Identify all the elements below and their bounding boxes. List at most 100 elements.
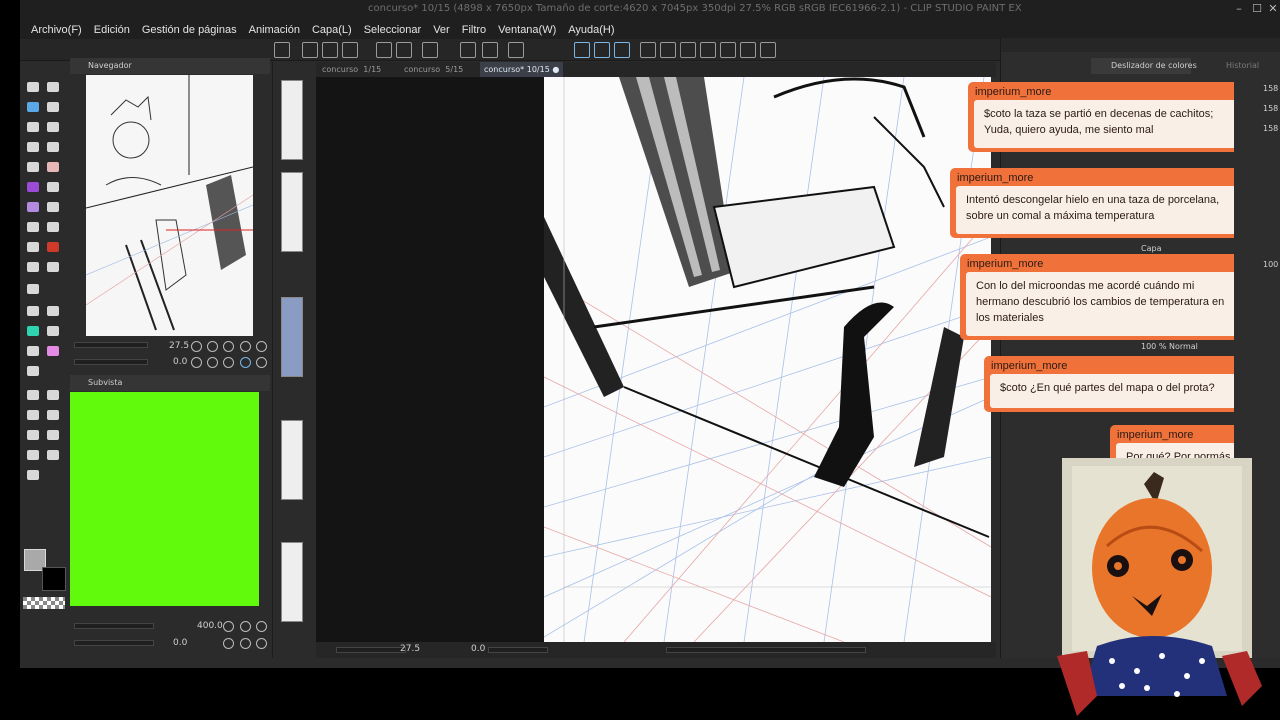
menu-archivo[interactable]: Archivo(F)	[25, 24, 88, 36]
navigator-zoom-slider[interactable]	[74, 342, 148, 348]
canvas-zoom-slider[interactable]	[336, 647, 406, 653]
menu-seleccionar[interactable]: Seleccionar	[358, 24, 427, 36]
texture-brush-icon[interactable]	[24, 239, 42, 255]
close-icon[interactable]: ✕	[1266, 2, 1280, 16]
plus-tool-icon[interactable]	[44, 139, 62, 155]
share-icon[interactable]	[760, 42, 776, 58]
subview-canvas[interactable]	[70, 392, 259, 606]
menu-animacion[interactable]: Animación	[243, 24, 306, 36]
tab-color-slider[interactable]: Deslizador de colores	[1091, 58, 1197, 74]
rotate-right-icon[interactable]	[207, 357, 218, 368]
page-thumbnail[interactable]	[281, 542, 303, 622]
hand-pan-icon[interactable]	[24, 447, 42, 463]
new-file-icon[interactable]	[274, 42, 290, 58]
pen-tool-icon[interactable]	[24, 79, 42, 95]
subview-mirror-icon[interactable]	[256, 638, 267, 649]
redo-icon[interactable]	[396, 42, 412, 58]
menu-ayuda[interactable]: Ayuda(H)	[562, 24, 620, 36]
export-icon[interactable]	[342, 42, 358, 58]
canvas-scrollbar[interactable]	[666, 647, 866, 653]
canvas-rotate-slider[interactable]	[488, 647, 548, 653]
tab-history[interactable]: Historial	[1226, 61, 1259, 70]
subview-rotate-slider[interactable]	[74, 640, 154, 646]
lasso-tool-icon[interactable]	[24, 303, 42, 319]
sketch-tool-icon[interactable]	[24, 139, 42, 155]
page-thumbnail[interactable]	[281, 297, 303, 377]
speech-bubble-icon[interactable]	[24, 363, 42, 379]
drop-tool-icon[interactable]	[44, 259, 62, 275]
open-file-icon[interactable]	[302, 42, 318, 58]
sub-color-swatch[interactable]	[42, 567, 66, 591]
eyedropper-tool-icon[interactable]	[24, 99, 42, 115]
grass-brush-icon[interactable]	[44, 179, 62, 195]
airbrush-tool-icon[interactable]	[24, 179, 42, 195]
drawing-canvas[interactable]	[544, 77, 991, 642]
page-thumbnail[interactable]	[281, 80, 303, 160]
menu-capa[interactable]: Capa(L)	[306, 24, 358, 36]
cloud-icon[interactable]	[740, 42, 756, 58]
fullscreen-icon[interactable]	[256, 341, 267, 352]
fit-icon[interactable]	[223, 341, 234, 352]
text-tool-icon[interactable]	[24, 407, 42, 423]
flip-vertical-icon[interactable]	[256, 357, 267, 368]
save-icon[interactable]	[322, 42, 338, 58]
assets-icon[interactable]	[680, 42, 696, 58]
line-pen-icon[interactable]	[24, 343, 42, 359]
reset-rotate-icon[interactable]	[223, 357, 234, 368]
transform-icon[interactable]	[482, 42, 498, 58]
materials-icon[interactable]	[660, 42, 676, 58]
line-tool-icon[interactable]	[44, 387, 62, 403]
book-icon[interactable]	[700, 42, 716, 58]
ruler-tool-icon[interactable]	[44, 427, 62, 443]
subview-zoom-slider[interactable]	[74, 623, 154, 629]
eraser-tool-icon[interactable]	[44, 199, 62, 215]
liquify-tool-icon[interactable]	[24, 219, 42, 235]
color-picker-icon[interactable]	[44, 447, 62, 463]
inking-tool-icon[interactable]	[24, 159, 42, 175]
fill-bucket-icon[interactable]	[44, 303, 62, 319]
fit-width-icon[interactable]	[240, 341, 251, 352]
subview-reset-icon[interactable]	[240, 638, 251, 649]
pencil-tool-icon[interactable]	[44, 79, 62, 95]
tab-layer[interactable]: Capa	[1141, 244, 1161, 253]
page-thumbnail[interactable]	[281, 420, 303, 500]
operation-tool-icon[interactable]	[24, 387, 42, 403]
loading-icon[interactable]	[422, 42, 438, 58]
navigator-preview[interactable]	[86, 75, 253, 336]
menu-ver[interactable]: Ver	[427, 24, 456, 36]
settings-icon[interactable]	[720, 42, 736, 58]
menu-filtro[interactable]: Filtro	[456, 24, 492, 36]
subview-eyedropper-icon[interactable]	[223, 638, 234, 649]
doc-tab-active[interactable]: concurso* 10/15 ●	[480, 62, 564, 77]
menu-edicion[interactable]: Edición	[88, 24, 136, 36]
zoom-in-icon[interactable]	[207, 341, 218, 352]
flip-horizontal-icon[interactable]	[240, 357, 251, 368]
gradient-tool-icon[interactable]	[44, 323, 62, 339]
brush-tool-icon[interactable]	[44, 119, 62, 135]
pattern-brush-icon[interactable]	[24, 199, 42, 215]
snap-special-ruler-icon[interactable]	[594, 42, 610, 58]
fill-icon[interactable]	[460, 42, 476, 58]
menu-gestion-paginas[interactable]: Gestión de páginas	[136, 24, 243, 36]
subview-zoom-out-icon[interactable]	[223, 621, 234, 632]
snap-ruler-icon[interactable]	[574, 42, 590, 58]
blend-tool-icon[interactable]	[44, 159, 62, 175]
doc-tab[interactable]: concurso 1/15	[318, 62, 385, 77]
grid-tool-icon[interactable]	[24, 281, 42, 297]
menu-ventana[interactable]: Ventana(W)	[492, 24, 562, 36]
minimize-icon[interactable]: –	[1232, 2, 1246, 16]
rotate-left-icon[interactable]	[191, 357, 202, 368]
sparkle-tool-icon[interactable]	[24, 323, 42, 339]
zoom-out-icon[interactable]	[191, 341, 202, 352]
building-brush-icon[interactable]	[44, 239, 62, 255]
stamp-tool-icon[interactable]	[44, 407, 62, 423]
help-icon[interactable]	[640, 42, 656, 58]
navigator-rotate-slider[interactable]	[74, 359, 148, 365]
move-tool-icon[interactable]	[24, 467, 42, 483]
subview-zoom-in-icon[interactable]	[240, 621, 251, 632]
snap-grid-icon[interactable]	[614, 42, 630, 58]
subview-fit-icon[interactable]	[256, 621, 267, 632]
frame-tool-icon[interactable]	[24, 427, 42, 443]
marker-tool-icon[interactable]	[44, 99, 62, 115]
ruler-icon[interactable]	[508, 42, 524, 58]
